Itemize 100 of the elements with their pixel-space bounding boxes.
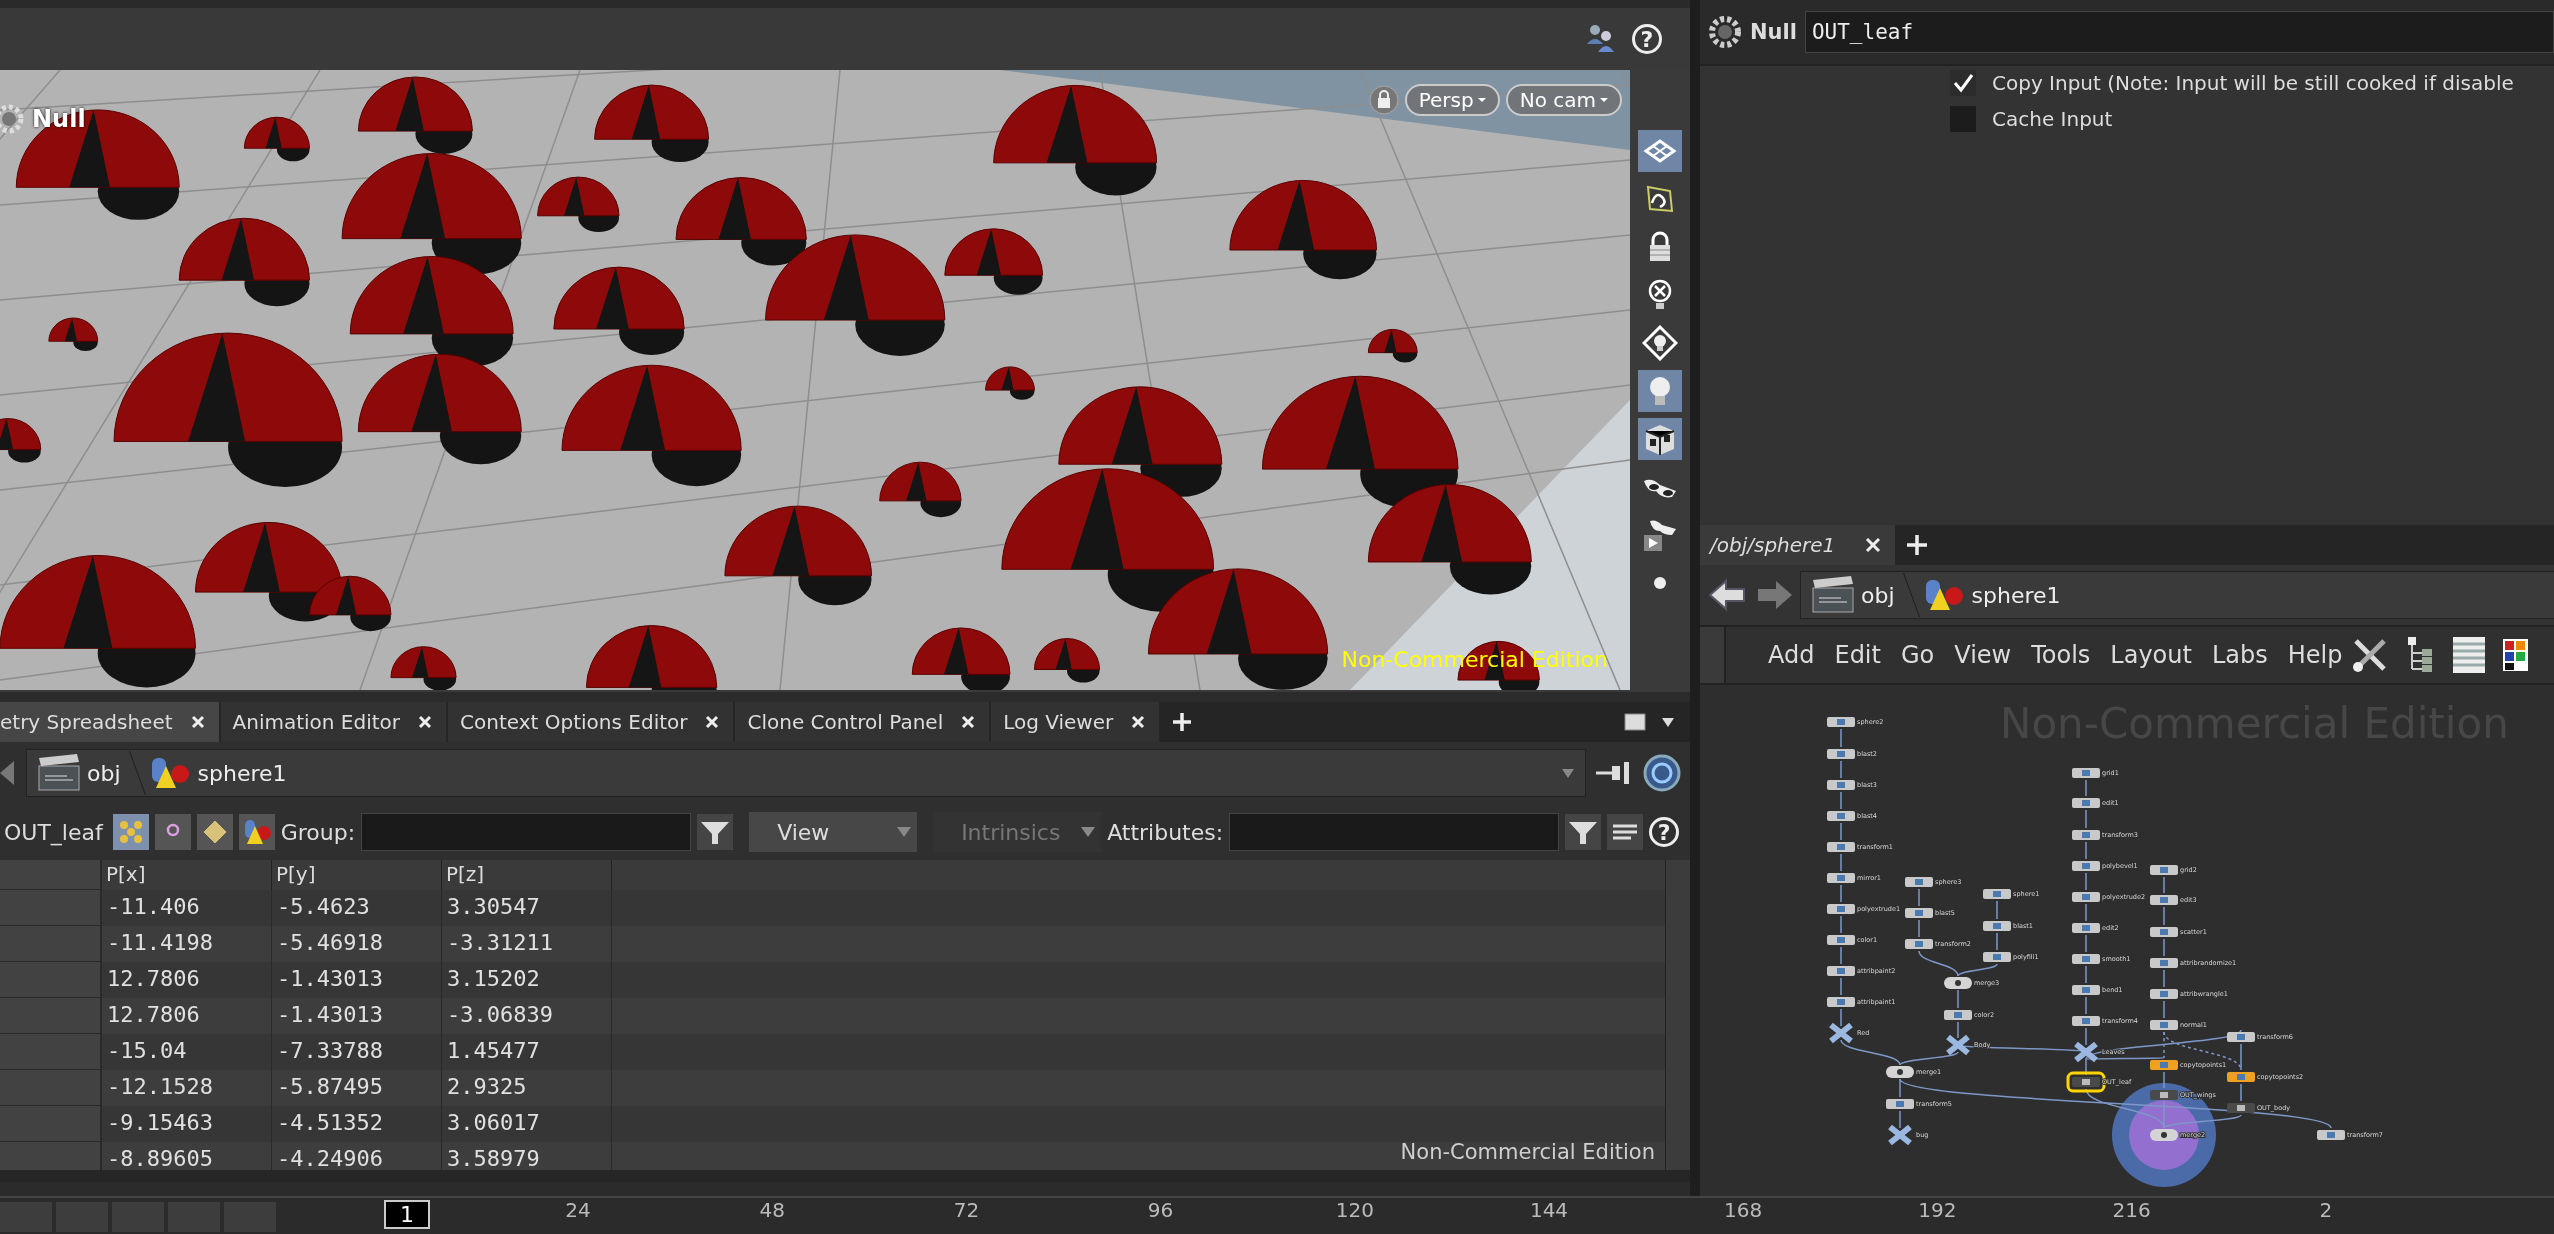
path-segment[interactable]: sphere1 bbox=[1971, 582, 2061, 608]
path-segment[interactable]: obj bbox=[1861, 582, 1895, 608]
group-label: Group: bbox=[280, 819, 356, 845]
node-connector bbox=[1840, 822, 1842, 841]
close-icon[interactable] bbox=[705, 715, 720, 729]
pane-tab[interactable]: Animation Editor bbox=[220, 702, 447, 742]
close-icon[interactable] bbox=[1131, 715, 1146, 729]
row-header-cell[interactable] bbox=[0, 998, 102, 1034]
close-icon[interactable] bbox=[190, 715, 205, 729]
node-connector bbox=[1840, 884, 1842, 903]
node-connector bbox=[1840, 1008, 1842, 1027]
path-bar[interactable]: obj sphere1 bbox=[26, 749, 1586, 797]
node-connector bbox=[1840, 728, 1842, 748]
node-connector bbox=[1840, 760, 1842, 779]
frame-tick-label: 96 bbox=[1147, 1198, 1174, 1223]
node-connector bbox=[1957, 1021, 1959, 1039]
node-connector bbox=[2085, 934, 2087, 953]
node-connector bbox=[2085, 996, 2087, 1015]
checkbox[interactable] bbox=[1950, 70, 1976, 96]
node-name-field[interactable]: OUT_leaf bbox=[1804, 11, 2554, 53]
network-tab[interactable]: /obj/sphere1 bbox=[1700, 525, 1896, 565]
view-dropdown[interactable]: Persp bbox=[1404, 84, 1500, 116]
node-connector bbox=[1957, 989, 1959, 1009]
frame-tick-label: 48 bbox=[759, 1198, 785, 1223]
node-connector bbox=[1840, 946, 1842, 965]
group-field[interactable] bbox=[361, 813, 692, 851]
help-icon[interactable]: ? bbox=[1649, 817, 1680, 847]
menu-item[interactable]: Layout bbox=[2110, 641, 2192, 669]
current-frame-field[interactable]: 1 bbox=[384, 1200, 430, 1230]
add-tab-icon[interactable] bbox=[1905, 533, 1930, 557]
watermark-label: Non-Commercial Edition bbox=[1400, 1140, 1655, 1164]
scrollbar[interactable] bbox=[1665, 860, 1690, 1170]
menu-scroll-handle[interactable] bbox=[1700, 627, 1726, 683]
row-header-cell[interactable] bbox=[0, 1034, 102, 1070]
row-header-cell[interactable] bbox=[0, 890, 102, 926]
node-connector bbox=[2085, 965, 2087, 984]
menu-item[interactable]: Add bbox=[1768, 641, 1815, 669]
pane-tab[interactable]: Log Viewer bbox=[991, 702, 1160, 742]
scrollbar[interactable] bbox=[0, 1170, 1690, 1182]
caret-icon[interactable] bbox=[1660, 715, 1676, 729]
menu-item[interactable]: Go bbox=[1900, 641, 1935, 669]
close-icon[interactable] bbox=[418, 715, 433, 729]
close-icon[interactable] bbox=[1865, 537, 1882, 553]
frame-tick-label: 24 bbox=[565, 1198, 591, 1223]
dropdown[interactable]: View bbox=[749, 812, 918, 852]
pane-tab[interactable]: Context Options Editor bbox=[448, 702, 734, 742]
checkbox-label: Copy Input (Note: Input will be still cooked if disable bbox=[1992, 71, 2514, 95]
geometry-shapes-icon[interactable] bbox=[238, 814, 275, 850]
node-connector bbox=[1840, 977, 1842, 996]
row-header-cell[interactable] bbox=[0, 926, 102, 962]
network-canvas[interactable] bbox=[1700, 685, 2554, 1197]
frame-tick-label: 2 bbox=[2319, 1198, 2333, 1223]
path-bar[interactable]: obj sphere1 bbox=[1800, 571, 2554, 619]
dropdown-caret-icon[interactable] bbox=[1561, 766, 1575, 780]
pane-tab[interactable]: etry Spreadsheet bbox=[0, 702, 219, 742]
menu-item[interactable]: Help bbox=[2287, 641, 2343, 669]
grid-tool-icon[interactable] bbox=[1638, 130, 1682, 172]
row-header-cell[interactable] bbox=[0, 1070, 102, 1106]
menu-icon[interactable] bbox=[1607, 814, 1644, 850]
path-segment[interactable]: obj bbox=[87, 760, 121, 786]
vertex-icon[interactable] bbox=[154, 814, 191, 850]
maximize-icon[interactable] bbox=[1624, 713, 1646, 731]
attributes-field[interactable] bbox=[1229, 813, 1560, 851]
camera-dropdown[interactable]: No cam bbox=[1505, 84, 1622, 116]
add-tab-icon[interactable] bbox=[1171, 711, 1194, 733]
menu-item[interactable]: Edit bbox=[1834, 641, 1881, 669]
frame-tick-label: 144 bbox=[1529, 1198, 1569, 1223]
node-connector bbox=[2163, 906, 2165, 926]
attributes-label: Attributes: bbox=[1107, 819, 1224, 845]
node-connector bbox=[1996, 932, 1998, 951]
filter-icon[interactable] bbox=[1565, 814, 1602, 850]
frame-tick-label: 120 bbox=[1335, 1198, 1374, 1223]
light-tool-icon[interactable] bbox=[1638, 370, 1682, 412]
row-header-cell[interactable] bbox=[0, 962, 102, 998]
back-arrow-icon[interactable] bbox=[1708, 577, 1748, 613]
pane-tab[interactable]: Clone Control Panel bbox=[735, 702, 990, 742]
gear-icon bbox=[1708, 15, 1742, 49]
list-icon[interactable] bbox=[2452, 635, 2487, 675]
filter-icon[interactable] bbox=[697, 814, 734, 850]
shade-tool-icon[interactable] bbox=[1638, 418, 1682, 460]
menu-item[interactable]: View bbox=[1954, 641, 2012, 669]
path-segment[interactable]: sphere1 bbox=[197, 760, 287, 786]
checkbox-label: Cache Input bbox=[1992, 107, 2113, 131]
frame-tick-label: 216 bbox=[2112, 1198, 2151, 1223]
points-icon[interactable] bbox=[112, 814, 149, 850]
target-icon[interactable] bbox=[1642, 753, 1682, 793]
node-connector bbox=[2085, 809, 2087, 829]
node-connector bbox=[2085, 841, 2087, 860]
frame-tick-label: 168 bbox=[1724, 1198, 1763, 1223]
menu-item[interactable]: Labs bbox=[2211, 641, 2268, 669]
gear-icon bbox=[0, 104, 24, 134]
help-icon[interactable]: ? bbox=[1632, 24, 1662, 54]
lock-icon[interactable] bbox=[1368, 85, 1399, 115]
node-connector bbox=[2163, 1000, 2165, 1019]
node-connector bbox=[2085, 872, 2087, 891]
node-name-label: OUT_leaf bbox=[4, 819, 103, 845]
row-header-cell[interactable] bbox=[0, 1142, 102, 1170]
close-icon[interactable] bbox=[961, 715, 976, 729]
row-header-cell[interactable] bbox=[0, 1106, 102, 1142]
menu-item[interactable]: Tools bbox=[2031, 641, 2091, 669]
